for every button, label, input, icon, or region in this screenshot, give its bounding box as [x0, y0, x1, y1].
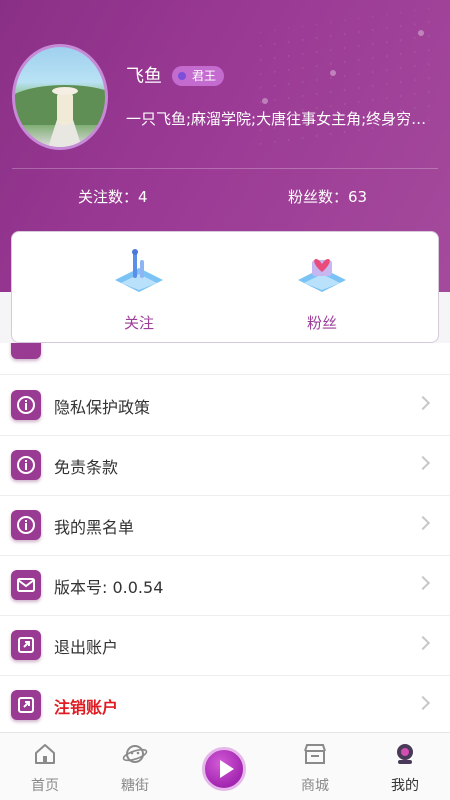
header-decoration [260, 8, 430, 152]
menu-label: 免责条款 [54, 458, 119, 477]
settings-list: 隐私保护政策 免责条款 我的黑名单 版本号: 0.0.54 退出账户 注销账户 [0, 343, 450, 733]
rank-badge: 君王 [172, 66, 225, 86]
sparkle [330, 70, 336, 76]
planet-icon [122, 745, 148, 763]
fans-icon [298, 258, 346, 292]
avatar[interactable] [12, 44, 108, 150]
info-icon [11, 510, 41, 540]
tab-label: 商城 [301, 778, 329, 794]
divider [12, 168, 438, 169]
chevron-right-icon [415, 575, 431, 591]
menu-item-logout[interactable]: 退出账户 [0, 616, 450, 676]
mine-icon [397, 744, 413, 764]
tab-home[interactable]: 首页 [0, 733, 90, 800]
sparkle [262, 98, 268, 104]
menu-label: 退出账户 [54, 638, 119, 657]
menu-label: 我的黑名单 [54, 518, 135, 537]
menu-item-delete-account[interactable]: 注销账户 [0, 676, 450, 733]
menu-label-danger: 注销账户 [54, 698, 119, 717]
menu-item-disclaimer[interactable]: 免责条款 [0, 436, 450, 496]
tab-label: 我的 [391, 778, 419, 794]
tab-label: 首页 [31, 778, 59, 794]
menu-item-privacy[interactable]: 隐私保护政策 [0, 376, 450, 436]
tab-street[interactable]: 糖街 [90, 733, 180, 800]
card-label-follow: 关注 [123, 314, 154, 332]
card-item-fans[interactable]: 粉丝 [262, 242, 382, 337]
followers-count[interactable]: 粉丝数：63 [288, 186, 367, 207]
home-icon [35, 744, 55, 764]
card-label-fans: 粉丝 [306, 314, 337, 332]
menu-item-blacklist[interactable]: 我的黑名单 [0, 496, 450, 556]
tab-shop[interactable]: 商城 [270, 733, 360, 800]
follow-card: 关注 粉丝 [11, 231, 439, 343]
rank-badge-label: 君王 [192, 69, 217, 83]
chevron-right-icon [415, 635, 431, 651]
play-icon [202, 747, 246, 791]
sparkle [418, 30, 424, 36]
menu-item-version[interactable]: 版本号: 0.0.54 [0, 556, 450, 616]
user-name: 飞鱼 [126, 66, 162, 87]
tab-label: 糖街 [121, 778, 149, 794]
info-icon [11, 390, 41, 420]
card-item-follow[interactable]: 关注 [79, 242, 199, 337]
menu-label: 隐私保护政策 [54, 398, 151, 417]
mail-icon [11, 570, 41, 600]
exit-icon [11, 630, 41, 660]
chevron-right-icon [415, 395, 431, 411]
chevron-right-icon [415, 695, 431, 711]
exit-icon [11, 690, 41, 720]
badge-icon [178, 72, 186, 80]
user-bio: 一只飞鱼;麻溜学院;大唐往事女主角;终身穷的... [126, 110, 436, 128]
bottom-tab-bar: 首页 糖街 商城 我的 [0, 732, 450, 800]
following-count[interactable]: 关注数：4 [78, 186, 148, 207]
chevron-right-icon [415, 515, 431, 531]
tab-mine[interactable]: 我的 [360, 733, 450, 800]
follow-icon [115, 249, 163, 292]
chevron-right-icon [415, 455, 431, 471]
list-item[interactable] [0, 343, 450, 375]
info-icon [11, 450, 41, 480]
menu-icon [11, 343, 41, 359]
menu-label: 版本号: 0.0.54 [54, 578, 164, 597]
shop-icon [304, 744, 326, 764]
tab-play[interactable] [180, 733, 270, 800]
